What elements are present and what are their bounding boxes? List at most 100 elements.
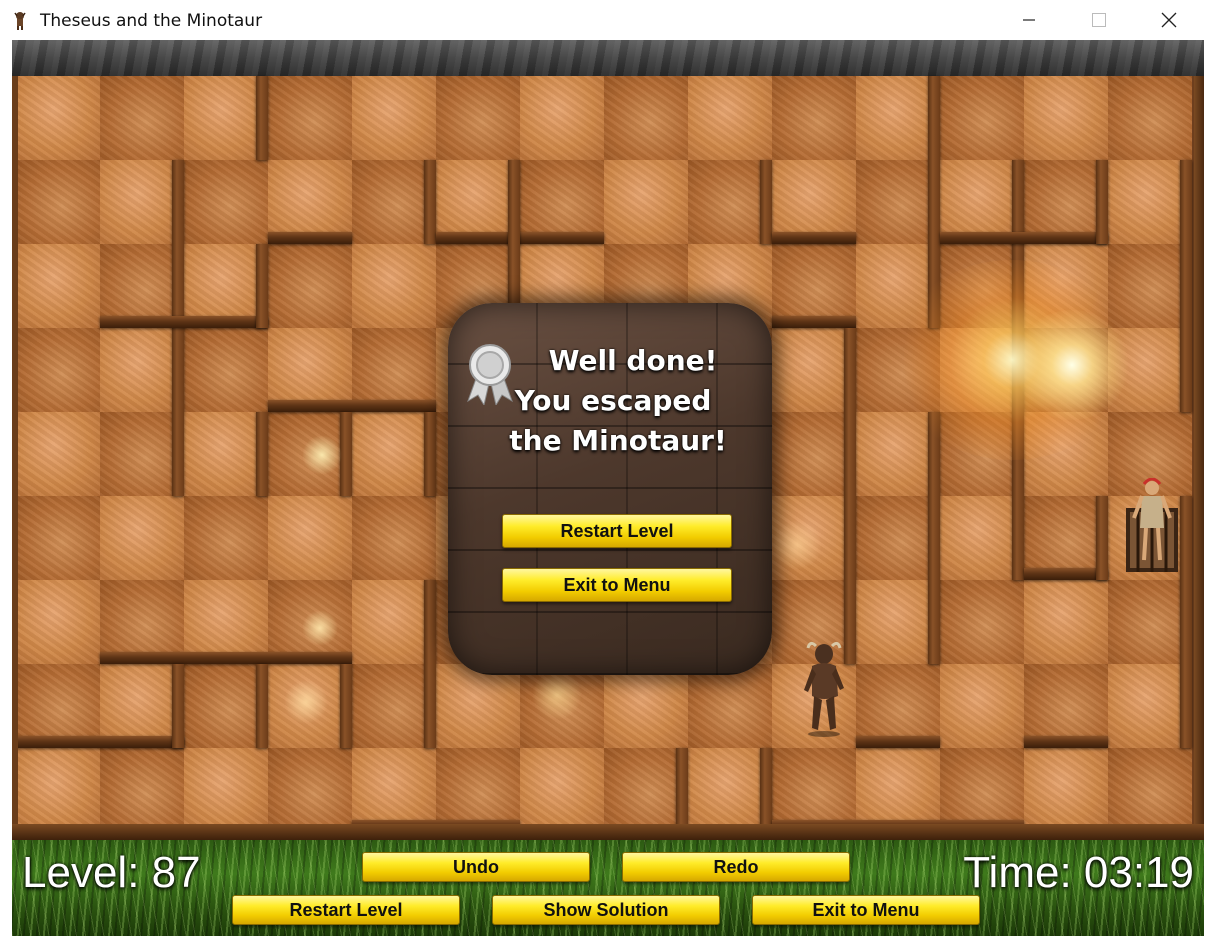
dialog-restart-level-button[interactable]: Restart Level (502, 514, 732, 548)
maze-border-right (1194, 76, 1204, 836)
floor-tile (688, 664, 772, 748)
stone-wall-top (12, 40, 1204, 76)
floor-tile (184, 748, 268, 832)
floor-tile (16, 160, 100, 244)
bottom-hud: Level: 87 Time: 03:19 Undo Redo Restart … (12, 840, 1204, 936)
maximize-button[interactable] (1076, 0, 1122, 40)
floor-tile (16, 244, 100, 328)
maze-wall-horizontal (16, 736, 184, 748)
floor-tile (100, 748, 184, 832)
floor-tile (16, 328, 100, 412)
floor-tile (268, 244, 352, 328)
maze-wall-horizontal (100, 316, 268, 328)
maze-wall-vertical (172, 160, 184, 496)
maze-wall-vertical (340, 412, 352, 496)
floor-tile (1024, 244, 1108, 328)
minimize-button[interactable] (1006, 0, 1052, 40)
floor-tile (1024, 580, 1108, 664)
maze-wall-vertical (424, 412, 436, 496)
minotaur-app-icon (14, 12, 26, 30)
floor-tile (268, 76, 352, 160)
window-title: Theseus and the Minotaur (40, 11, 263, 31)
undo-button[interactable]: Undo (362, 852, 590, 882)
maze-wall-horizontal (856, 736, 940, 748)
maze-wall-horizontal (268, 400, 436, 412)
floor-tile (604, 76, 688, 160)
floor-tile (1108, 748, 1192, 832)
floor-tile (184, 160, 268, 244)
maze-wall-vertical (340, 664, 352, 748)
floor-tile (436, 664, 520, 748)
floor-tile (352, 496, 436, 580)
victory-message-line: the Minotaur! (509, 424, 727, 457)
timer: Time: 03:19 (963, 848, 1194, 897)
floor-tile (268, 496, 352, 580)
maximize-icon (1092, 13, 1106, 27)
floor-tile (940, 664, 1024, 748)
floor-tile (100, 76, 184, 160)
maze-wall-vertical (424, 580, 436, 748)
maze-wall-vertical (760, 160, 772, 244)
floor-tile (16, 496, 100, 580)
floor-tile (1024, 412, 1108, 496)
maze-board: Well done! You escaped the Minotaur! Res… (12, 40, 1204, 840)
redo-button[interactable]: Redo (622, 852, 850, 882)
maze-wall-horizontal (1024, 736, 1108, 748)
maze-wall-vertical (1012, 160, 1024, 580)
floor-tile (352, 244, 436, 328)
floor-tile (856, 328, 940, 412)
maze-wall-vertical (256, 244, 268, 328)
victory-message-line: You escaped (514, 384, 712, 417)
maze-wall-vertical (172, 664, 184, 748)
minimize-icon (1023, 19, 1035, 21)
maze-wall-vertical (928, 412, 940, 664)
floor-tile (520, 664, 604, 748)
floor-tile (436, 76, 520, 160)
level-indicator: Level: 87 (22, 848, 201, 897)
maze-wall-horizontal (100, 652, 352, 664)
title-bar: Theseus and the Minotaur (0, 0, 1209, 40)
dialog-exit-to-menu-button[interactable]: Exit to Menu (502, 568, 732, 602)
floor-tile (604, 160, 688, 244)
close-button[interactable] (1146, 0, 1192, 40)
floor-tile (1024, 748, 1108, 832)
victory-title: Well done! (548, 344, 718, 377)
maze-wall-vertical (256, 664, 268, 748)
floor-tile (268, 748, 352, 832)
floor-tile (520, 76, 604, 160)
floor-tile (1024, 76, 1108, 160)
exit-to-menu-button[interactable]: Exit to Menu (752, 895, 980, 925)
maze-wall-horizontal (940, 232, 1108, 244)
floor-tile (688, 76, 772, 160)
maze-wall-vertical (1096, 160, 1108, 244)
show-solution-button[interactable]: Show Solution (492, 895, 720, 925)
floor-tile (16, 76, 100, 160)
floor-tile (604, 664, 688, 748)
maze-wall-horizontal (436, 232, 604, 244)
maze-wall-vertical (424, 160, 436, 244)
theseus-icon (1126, 478, 1178, 572)
floor-tile (940, 580, 1024, 664)
minotaur-icon (804, 641, 844, 737)
floor-tile (184, 496, 268, 580)
maze-wall-vertical (256, 412, 268, 496)
maze-wall-horizontal (772, 232, 856, 244)
close-icon (1161, 12, 1177, 28)
floor-tile (520, 748, 604, 832)
maze-wall-vertical (760, 748, 772, 832)
floor-tile (772, 76, 856, 160)
floor-tile (1108, 76, 1192, 160)
floor-tile (352, 76, 436, 160)
maze-wall-vertical (676, 748, 688, 832)
restart-level-button[interactable]: Restart Level (232, 895, 460, 925)
floor-tile (16, 580, 100, 664)
window-bottom-edge (0, 936, 1209, 944)
maze-wall-vertical (844, 328, 856, 664)
victory-dialog: Well done! You escaped the Minotaur! Res… (448, 303, 772, 675)
maze-wall-vertical (256, 76, 268, 160)
maze-wall-horizontal (268, 232, 352, 244)
floor-tile (940, 76, 1024, 160)
floor-tile (16, 748, 100, 832)
floor-tile (100, 496, 184, 580)
maze-border-left (12, 76, 18, 836)
